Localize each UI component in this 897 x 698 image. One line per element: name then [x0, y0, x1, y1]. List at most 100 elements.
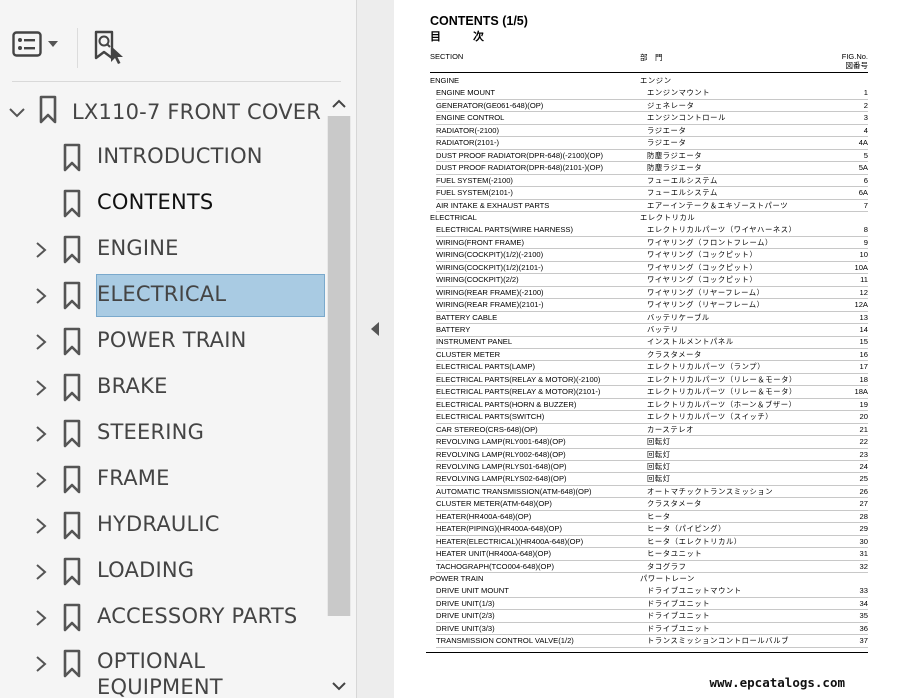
chevron-right-icon[interactable] — [33, 609, 49, 627]
table-row[interactable]: DUST PROOF RADIATOR(DPR-648)(-2100)(OP) 防… — [430, 150, 868, 163]
chevron-right-icon[interactable] — [33, 425, 49, 443]
table-row[interactable]: DRIVE UNIT(3/3) ドライブユニット 36 — [430, 623, 868, 636]
chevron-down-icon[interactable] — [8, 103, 26, 121]
row-title-jp: 回転灯 — [647, 437, 671, 447]
row-title: AUTOMATIC TRANSMISSION(ATM-648)(OP) — [436, 486, 592, 496]
table-row[interactable]: CAR STEREO(CRS-648)(OP) カーステレオ 21 — [430, 424, 868, 437]
row-fig-number: 6 — [863, 175, 868, 185]
table-row[interactable]: WIRING(REAR FRAME)(-2100) ワイヤリング（リヤーフレーム）… — [430, 287, 868, 300]
table-row[interactable]: RADIATOR(-2100) ラジエータ 4 — [430, 125, 868, 138]
row-title: CAR STEREO(CRS-648)(OP) — [436, 424, 538, 434]
table-row[interactable]: HEATER UNIT(HR400A-648)(OP) ヒータユニット 31 — [430, 548, 868, 561]
row-title-jp: ワイヤリング（コックピット） — [647, 262, 758, 272]
table-row[interactable]: CLUSTER METER クラスタメータ 16 — [430, 349, 868, 362]
row-title: CLUSTER METER — [436, 349, 501, 359]
footer-rule — [426, 652, 868, 653]
table-row[interactable]: WIRING(COCKPIT)(2/2) ワイヤリング（コックピット） 11 — [430, 274, 868, 287]
bookmark-item-brake[interactable]: BRAKE — [0, 366, 325, 410]
chevron-right-icon[interactable] — [33, 241, 49, 259]
table-row[interactable]: AIR INTAKE & EXHAUST PARTS エアーインテーク＆エキゾース… — [430, 200, 868, 212]
table-row[interactable]: CLUSTER METER(ATM-648)(OP) クラスタメータ 27 — [430, 498, 868, 511]
table-row[interactable]: DRIVE UNIT MOUNT ドライブユニットマウント 33 — [430, 585, 868, 598]
table-row[interactable]: REVOLVING LAMP(RLY002-648)(OP) 回転灯 23 — [430, 449, 868, 461]
table-row[interactable]: RADIATOR(2101-) ラジエータ 4A — [430, 137, 868, 150]
row-title: ENGINE CONTROL — [436, 113, 505, 123]
row-title-jp: ラジエータ — [647, 125, 687, 135]
table-row[interactable]: HEATER(HR400A-648)(OP) ヒータ 28 — [430, 511, 868, 524]
table-row[interactable]: TACHOGRAPH(TCO004-648)(OP) タコグラフ 32 — [430, 561, 868, 574]
table-row[interactable]: DRIVE UNIT(1/3) ドライブユニット 34 — [430, 598, 868, 611]
page-title-jp: 目次 — [430, 30, 516, 43]
table-row[interactable]: ELECTRICAL PARTS(RELAY & MOTOR)(-2100) エレ… — [430, 374, 868, 387]
row-title-jp: ワイヤリング（リヤーフレーム） — [647, 300, 765, 310]
collapse-panel-icon[interactable] — [369, 320, 381, 338]
row-title: WIRING(COCKPIT)(2/2) — [436, 275, 519, 285]
table-row[interactable]: WIRING(COCKPIT)(1/2)(-2100) ワイヤリング（コックピット… — [430, 249, 868, 262]
table-row[interactable]: WIRING(COCKPIT)(1/2)(2101-) ワイヤリング（コックピット… — [430, 262, 868, 275]
panel-collapse-bar[interactable] — [356, 0, 395, 698]
table-row[interactable]: ENGINE MOUNT エンジンマウント 1 — [430, 87, 868, 100]
row-title: FUEL SYSTEM(-2100) — [436, 175, 513, 185]
row-title-jp: エレクトリカルパーツ（スイッチ） — [647, 412, 774, 422]
row-title: WIRING(REAR FRAME)(2101-) — [436, 300, 544, 310]
chevron-right-icon[interactable] — [33, 333, 49, 351]
row-fig-number: 5 — [863, 150, 868, 160]
chevron-right-icon[interactable] — [33, 563, 49, 581]
bookmark-options-button[interactable] — [12, 31, 58, 57]
row-fig-number: 24 — [859, 461, 868, 471]
table-row[interactable]: AUTOMATIC TRANSMISSION(ATM-648)(OP) オートマチ… — [430, 486, 868, 499]
bookmark-item-introduction[interactable]: INTRODUCTION — [0, 136, 325, 180]
scrollbar-thumb[interactable] — [328, 116, 350, 616]
table-row[interactable]: ENGINE CONTROL エンジンコントロール 3 — [430, 112, 868, 125]
bookmark-item-hydraulic[interactable]: HYDRAULIC — [0, 504, 325, 548]
bookmark-item-electrical[interactable]: ELECTRICAL — [0, 274, 325, 318]
chevron-right-icon[interactable] — [33, 379, 49, 397]
table-row[interactable]: GENERATOR(GE061-648)(OP) ジェネレータ 2 — [430, 100, 868, 113]
bookmark-item-contents[interactable]: CONTENTS — [0, 182, 325, 226]
bookmark-item-steering[interactable]: STEERING — [0, 412, 325, 456]
find-current-bookmark-button[interactable] — [92, 30, 126, 66]
table-row[interactable]: ELECTRICAL PARTS(RELAY & MOTOR)(2101-) エレ… — [430, 386, 868, 399]
chevron-right-icon[interactable] — [33, 517, 49, 535]
row-title: DUST PROOF RADIATOR(DPR-648)(-2100)(OP) — [436, 150, 604, 160]
bookmark-item-optional-equipment[interactable]: OPTIONAL EQUIPMENT — [0, 642, 325, 698]
row-title-jp: タコグラフ — [647, 561, 687, 571]
row-title: REVOLVING LAMP(RLY002-648)(OP) — [436, 449, 566, 459]
table-row[interactable]: FUEL SYSTEM(-2100) フューエルシステム 6 — [430, 175, 868, 188]
row-title-jp: ヒータ（パイピング） — [647, 524, 726, 534]
bookmark-item-power-train[interactable]: POWER TRAIN — [0, 320, 325, 364]
bookmarks-scrollbar[interactable] — [327, 88, 351, 698]
row-fig-number: 17 — [859, 362, 868, 372]
table-row[interactable]: BATTERY バッテリ 14 — [430, 324, 868, 337]
scroll-up-icon[interactable] — [331, 96, 347, 112]
table-row[interactable]: FUEL SYSTEM(2101-) フューエルシステム 6A — [430, 187, 868, 200]
chevron-right-icon[interactable] — [33, 655, 49, 673]
table-row[interactable]: WIRING(REAR FRAME)(2101-) ワイヤリング（リヤーフレーム）… — [430, 299, 868, 312]
bookmark-item-engine[interactable]: ENGINE — [0, 228, 325, 272]
row-fig-number: 30 — [859, 536, 868, 546]
table-row[interactable]: ELECTRICAL PARTS(HORN & BUZZER) エレクトリカルパー… — [430, 399, 868, 412]
row-title: WIRING(REAR FRAME)(-2100) — [436, 287, 544, 297]
chevron-right-icon[interactable] — [33, 471, 49, 489]
table-row[interactable]: ELECTRICAL PARTS(WIRE HARNESS) エレクトリカルパーツ… — [430, 224, 868, 237]
table-row[interactable]: WIRING(FRONT FRAME) ワイヤリング（フロントフレーム） 9 — [430, 237, 868, 250]
chevron-right-icon[interactable] — [33, 287, 49, 305]
table-row[interactable]: REVOLVING LAMP(RLYS02-648)(OP) 回転灯 25 — [430, 473, 868, 486]
bookmark-root-front-cover[interactable]: LX110-7 FRONT COVER — [0, 90, 321, 134]
bookmark-item-loading[interactable]: LOADING — [0, 550, 325, 594]
table-row[interactable]: REVOLVING LAMP(RLY001-648)(OP) 回転灯 22 — [430, 436, 868, 449]
table-row[interactable]: BATTERY CABLE バッテリケーブル 13 — [430, 312, 868, 325]
table-row[interactable]: DUST PROOF RADIATOR(DPR-648)(2101-)(OP) 防… — [430, 162, 868, 175]
table-row[interactable]: ELECTRICAL PARTS(SWITCH) エレクトリカルパーツ（スイッチ）… — [430, 411, 868, 424]
bookmark-item-accessory-parts[interactable]: ACCESSORY PARTS — [0, 596, 325, 640]
table-row[interactable]: ELECTRICAL PARTS(LAMP) エレクトリカルパーツ（ランプ） 17 — [430, 361, 868, 374]
table-row[interactable]: INSTRUMENT PANEL インストルメントパネル 15 — [430, 336, 868, 349]
table-row[interactable]: HEATER(ELECTRICAL)(HR400A-648)(OP) ヒータ（エレ… — [430, 536, 868, 549]
bookmark-item-frame[interactable]: FRAME — [0, 458, 325, 502]
table-row[interactable]: REVOLVING LAMP(RLYS01-648)(OP) 回転灯 24 — [430, 461, 868, 474]
table-row[interactable]: DRIVE UNIT(2/3) ドライブユニット 35 — [430, 610, 868, 623]
table-row[interactable]: TRANSMISSION CONTROL VALVE(1/2) トランスミッション… — [430, 635, 868, 648]
document-page: CONTENTS (1/5) 目次 SECTION 部 門 FIG.No. 図番… — [394, 0, 897, 698]
scroll-down-icon[interactable] — [331, 678, 347, 694]
table-row[interactable]: HEATER(PIPING)(HR400A-648)(OP) ヒータ（パイピング）… — [430, 523, 868, 536]
